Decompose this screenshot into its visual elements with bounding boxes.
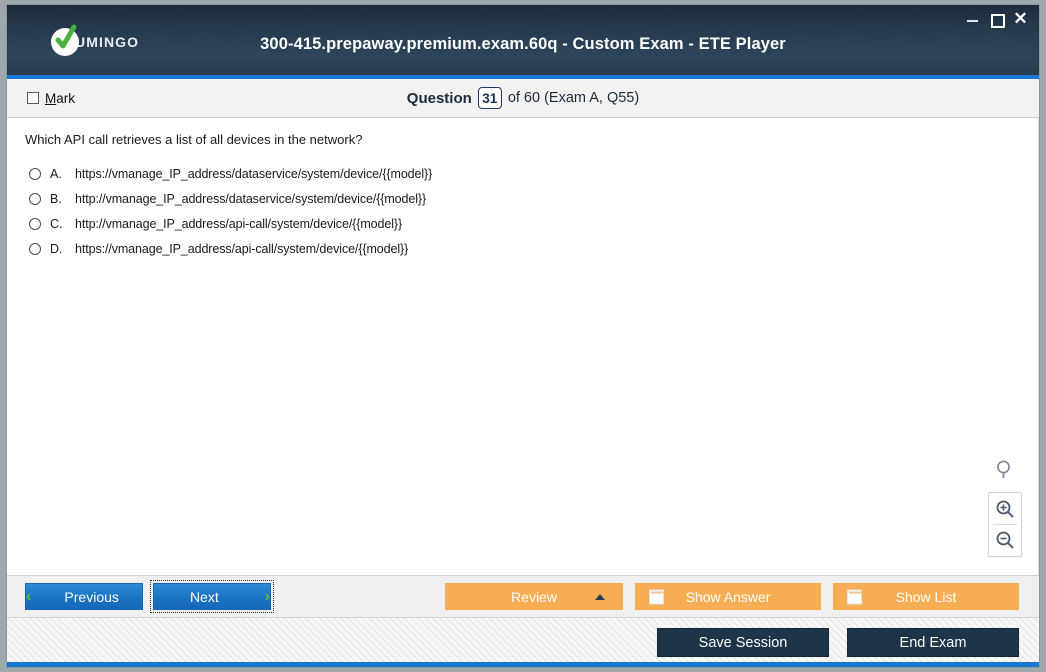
question-header-bar: Mark Question 31 of 60 (Exam A, Q55) — [7, 79, 1039, 118]
previous-button-label: Previous — [64, 588, 119, 605]
next-button-label: Next — [189, 588, 219, 605]
save-session-button[interactable]: Save Session — [657, 628, 829, 657]
option-text-d: https://vmanage_IP_address/api-call/syst… — [75, 241, 409, 256]
minimize-icon[interactable] — [965, 11, 980, 26]
window-title: 300-415.prepaway.premium.exam.60q - Cust… — [260, 35, 786, 53]
list-panel-icon — [847, 589, 862, 604]
zoom-panel — [988, 492, 1022, 557]
radio-button-d[interactable] — [29, 242, 41, 255]
review-button-label: Review — [511, 588, 557, 605]
show-list-button[interactable]: Show List — [833, 583, 1019, 610]
search-icon[interactable] — [994, 459, 1016, 486]
question-counter: Question 31 of 60 (Exam A, Q55) — [7, 87, 1039, 109]
mark-checkbox[interactable]: Mark — [27, 91, 75, 106]
title-bar: UMINGO 300-415.prepaway.premium.exam.60q… — [7, 5, 1039, 79]
mark-label-rest: ark — [56, 90, 76, 106]
show-answer-button-label: Show Answer — [685, 588, 771, 605]
option-letter-d: D. — [50, 241, 63, 256]
radio-button-b[interactable] — [29, 192, 41, 205]
option-text-a: https://vmanage_IP_address/dataservice/s… — [75, 166, 433, 181]
footer-bar: Save Session End Exam — [7, 617, 1039, 667]
chevron-left-icon: ‹ — [26, 587, 32, 605]
chevron-right-icon: › — [264, 587, 270, 605]
zoom-tool-group — [988, 459, 1022, 557]
mark-checkbox-box[interactable] — [27, 92, 39, 104]
zoom-divider — [993, 524, 1017, 525]
option-letter-c: C. — [50, 216, 63, 231]
bottom-accent-bar — [7, 662, 1039, 667]
answer-option-d[interactable]: D. https://vmanage_IP_address/api-call/s… — [25, 236, 1018, 261]
navigation-toolbar: ‹ Previous Next › Review Show Answer Sho… — [7, 575, 1039, 617]
question-content-area: Which API call retrieves a list of all d… — [7, 118, 1039, 575]
review-button[interactable]: Review — [445, 583, 623, 610]
option-letter-b: B. — [50, 191, 62, 206]
chevron-up-icon — [595, 593, 605, 600]
option-letter-a: A. — [50, 166, 62, 181]
mark-label-accel: M — [45, 90, 57, 106]
question-word: Question — [406, 89, 472, 107]
question-number-field[interactable]: 31 — [477, 87, 502, 109]
window-controls: ✕ — [965, 10, 1028, 28]
show-answer-button[interactable]: Show Answer — [635, 583, 821, 610]
maximize-icon[interactable] — [989, 11, 1005, 28]
toolbar-action-group: Review Show Answer Show List — [445, 583, 1019, 610]
answer-option-c[interactable]: C. http://vmanage_IP_address/api-call/sy… — [25, 211, 1018, 236]
save-session-label: Save Session — [698, 634, 788, 651]
ete-player-window: UMINGO 300-415.prepaway.premium.exam.60q… — [6, 4, 1040, 668]
previous-button[interactable]: ‹ Previous — [25, 583, 143, 610]
next-button[interactable]: Next › — [150, 580, 274, 613]
panel-icon — [649, 589, 664, 604]
radio-button-a[interactable] — [29, 167, 41, 180]
answer-option-a[interactable]: A. https://vmanage_IP_address/dataservic… — [25, 161, 1018, 186]
question-total-label: of 60 (Exam A, Q55) — [507, 90, 640, 106]
option-text-b: http://vmanage_IP_address/dataservice/sy… — [75, 191, 427, 206]
radio-button-c[interactable] — [29, 217, 41, 230]
end-exam-button[interactable]: End Exam — [847, 628, 1019, 657]
zoom-out-icon[interactable] — [993, 527, 1017, 553]
mark-label: Mark — [45, 91, 75, 106]
close-icon[interactable]: ✕ — [1013, 10, 1028, 27]
show-list-button-label: Show List — [895, 588, 957, 605]
option-text-c: http://vmanage_IP_address/api-call/syste… — [75, 216, 403, 231]
answer-option-b[interactable]: B. http://vmanage_IP_address/dataservice… — [25, 186, 1018, 211]
question-stem: Which API call retrieves a list of all d… — [25, 132, 363, 147]
zoom-in-icon[interactable] — [993, 496, 1017, 522]
end-exam-label: End Exam — [899, 634, 967, 651]
